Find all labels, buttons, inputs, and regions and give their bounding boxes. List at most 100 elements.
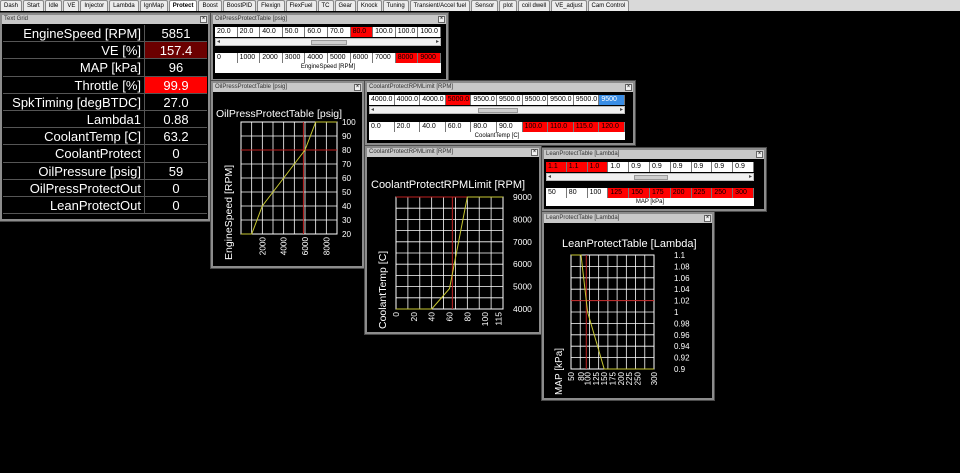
scroll-left-icon[interactable]: ◂ xyxy=(217,39,220,46)
table-cell[interactable]: 4000.0 xyxy=(420,95,446,105)
tab-flexfuel[interactable]: FlexFuel xyxy=(285,0,317,11)
axis-cell[interactable]: 110.0 xyxy=(548,122,574,132)
scroll-thumb[interactable] xyxy=(310,40,348,45)
table-cell[interactable]: 9500.0 xyxy=(522,95,549,105)
table-cell[interactable]: 1.1 xyxy=(546,162,567,172)
axis-cell[interactable]: 120.0 xyxy=(599,122,625,132)
table-cell[interactable]: 9500.0 xyxy=(548,95,574,105)
table-cell[interactable]: 0.9 xyxy=(733,162,754,172)
table-cell[interactable]: 70.0 xyxy=(327,27,351,37)
close-icon[interactable]: × xyxy=(625,84,632,91)
table-cell[interactable]: 100.0 xyxy=(395,27,419,37)
tab-sensor[interactable]: Sensor xyxy=(471,0,499,11)
horizontal-scrollbar[interactable]: ◂ ▸ xyxy=(546,173,754,181)
axis-cell[interactable]: 7000 xyxy=(373,53,396,63)
table-cell[interactable]: 20.0 xyxy=(215,27,238,37)
axis-cell[interactable]: 40.0 xyxy=(420,122,446,132)
tab-idle[interactable]: Idle xyxy=(44,0,63,11)
table-cell[interactable]: 0.9 xyxy=(691,162,713,172)
axis-cell[interactable]: 50 xyxy=(546,188,567,198)
axis-cell[interactable]: 115.0 xyxy=(573,122,600,132)
lean-table-titlebar[interactable]: LeanProtectTable [Lambda] × xyxy=(544,150,764,159)
axis-cell[interactable]: 5000 xyxy=(327,53,351,63)
scroll-thumb[interactable] xyxy=(477,108,519,113)
table-cell[interactable]: 9500 xyxy=(599,95,625,105)
table-cell[interactable]: 0.9 xyxy=(712,162,734,172)
table-cell[interactable]: 40.0 xyxy=(260,27,283,37)
table-cell[interactable]: 1.0 xyxy=(608,162,630,172)
axis-cell[interactable]: 100 xyxy=(587,188,609,198)
table-cell[interactable]: 9500.0 xyxy=(471,95,497,105)
axis-cell[interactable]: 90.0 xyxy=(496,122,523,132)
scroll-right-icon[interactable]: ▸ xyxy=(436,39,439,46)
close-icon[interactable]: × xyxy=(354,84,361,91)
axis-cell[interactable]: 150 xyxy=(629,188,650,198)
tab-tc[interactable]: TC xyxy=(317,0,334,11)
axis-cell[interactable]: 8000 xyxy=(395,53,419,63)
table-cell[interactable]: 9500.0 xyxy=(496,95,523,105)
table-cell[interactable]: 50.0 xyxy=(282,27,306,37)
table-cell[interactable]: 0.9 xyxy=(649,162,671,172)
axis-cell[interactable]: 200 xyxy=(670,188,692,198)
tab-flexign[interactable]: Flexign xyxy=(257,0,285,11)
tab-injector[interactable]: Injector xyxy=(80,0,109,11)
axis-cell[interactable]: 300 xyxy=(733,188,754,198)
axis-cell[interactable]: 100.0 xyxy=(522,122,549,132)
axis-cell[interactable]: 80.0 xyxy=(471,122,497,132)
scroll-left-icon[interactable]: ◂ xyxy=(548,174,551,181)
axis-cell[interactable]: 125 xyxy=(608,188,630,198)
axis-cell[interactable]: 225 xyxy=(691,188,713,198)
tab-plot[interactable]: plot xyxy=(499,0,517,11)
tab-lambda[interactable]: Lambda xyxy=(109,0,139,11)
scroll-thumb[interactable] xyxy=(634,175,668,180)
tab-transient-accel-fuel[interactable]: Transient/Accel fuel xyxy=(409,0,471,11)
axis-cell[interactable]: 175 xyxy=(649,188,671,198)
axis-cell[interactable]: 60.0 xyxy=(445,122,472,132)
table-cell[interactable]: 1.0 xyxy=(587,162,609,172)
table-cell[interactable]: 1.1 xyxy=(566,162,588,172)
scroll-left-icon[interactable]: ◂ xyxy=(371,107,374,114)
table-cell[interactable]: 60.0 xyxy=(305,27,328,37)
table-cell[interactable]: 4000.0 xyxy=(369,95,395,105)
tab-boost[interactable]: Boost xyxy=(198,0,222,11)
axis-cell[interactable]: 1000 xyxy=(237,53,261,63)
tab-coil-dwell[interactable]: coil dwell xyxy=(517,0,551,11)
oil-table-titlebar[interactable]: OilPressProtectTable [psig] × xyxy=(213,15,446,24)
tab-ve-adjust[interactable]: VE_adjust xyxy=(551,0,587,11)
tab-dash[interactable]: Dash xyxy=(0,0,23,11)
tab-tuning[interactable]: Tuning xyxy=(382,0,409,11)
axis-cell[interactable]: 80 xyxy=(566,188,588,198)
table-cell[interactable]: 80.0 xyxy=(350,27,374,37)
coolant-chart-titlebar[interactable]: CoolantProtectRPMLimit [RPM] × xyxy=(367,148,539,157)
horizontal-scrollbar[interactable]: ◂ ▸ xyxy=(215,38,441,46)
horizontal-scrollbar[interactable]: ◂ ▸ xyxy=(369,106,625,114)
table-cell[interactable]: 5000.0 xyxy=(445,95,472,105)
close-icon[interactable]: × xyxy=(756,151,763,158)
axis-cell[interactable]: 2000 xyxy=(260,53,283,63)
axis-cell[interactable]: 20.0 xyxy=(394,122,421,132)
table-cell[interactable]: 4000.0 xyxy=(394,95,421,105)
close-icon[interactable]: × xyxy=(531,149,538,156)
table-cell[interactable]: 0.9 xyxy=(670,162,692,172)
close-icon[interactable]: × xyxy=(704,215,711,222)
tab-cam-control[interactable]: Cam Control xyxy=(587,0,630,11)
text-grid-titlebar[interactable]: Text Grid × xyxy=(2,15,208,24)
table-cell[interactable]: 100.0 xyxy=(373,27,396,37)
axis-cell[interactable]: 6000 xyxy=(350,53,374,63)
axis-cell[interactable]: 3000 xyxy=(282,53,306,63)
axis-cell[interactable]: 4000 xyxy=(305,53,328,63)
tab-start[interactable]: Start xyxy=(23,0,44,11)
coolant-table-titlebar[interactable]: CoolantProtectRPMLimit [RPM] × xyxy=(367,83,633,92)
axis-cell[interactable]: 0.0 xyxy=(369,122,395,132)
oil-chart-titlebar[interactable]: OilPressProtectTable [psig] × xyxy=(213,83,362,92)
tab-boostpid[interactable]: BoostPID xyxy=(222,0,257,11)
axis-cell[interactable]: 250 xyxy=(712,188,734,198)
tab-ignmap[interactable]: IgnMap xyxy=(139,0,168,11)
axis-cell[interactable]: 9000 xyxy=(418,53,441,63)
table-cell[interactable]: 20.0 xyxy=(237,27,261,37)
scroll-right-icon[interactable]: ▸ xyxy=(620,107,623,114)
table-cell[interactable]: 0.9 xyxy=(629,162,650,172)
tab-ve[interactable]: VE xyxy=(63,0,80,11)
table-cell[interactable]: 9500.0 xyxy=(573,95,600,105)
table-cell[interactable]: 100.0 xyxy=(418,27,441,37)
